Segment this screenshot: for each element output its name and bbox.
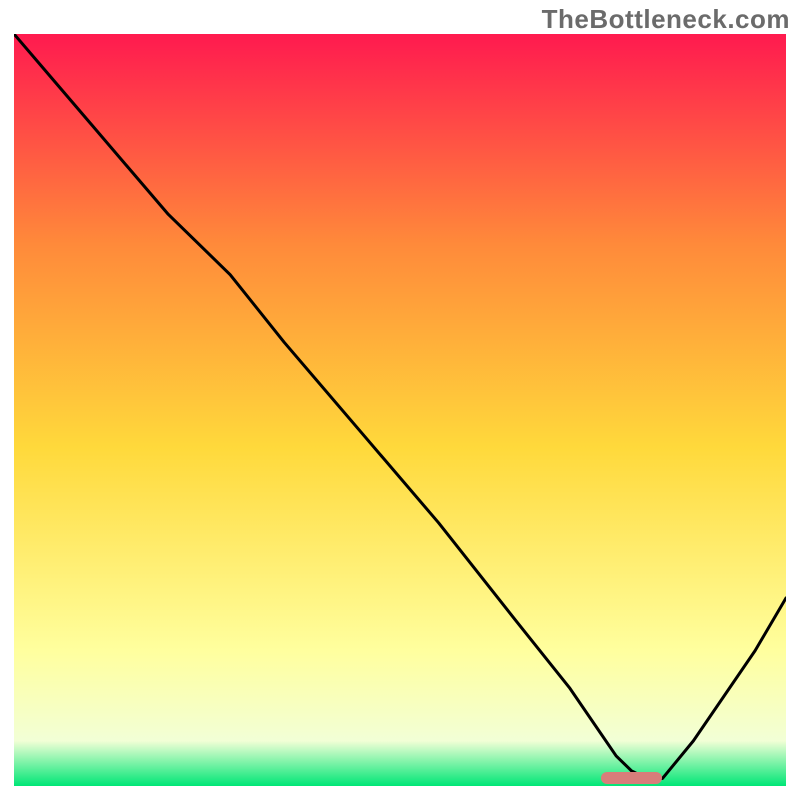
chart-svg <box>14 34 786 786</box>
gradient-background <box>14 34 786 786</box>
watermark-text: TheBottleneck.com <box>542 4 790 35</box>
optimal-zone-marker <box>601 772 663 784</box>
plot-area <box>14 34 786 786</box>
chart-frame: TheBottleneck.com <box>0 0 800 800</box>
